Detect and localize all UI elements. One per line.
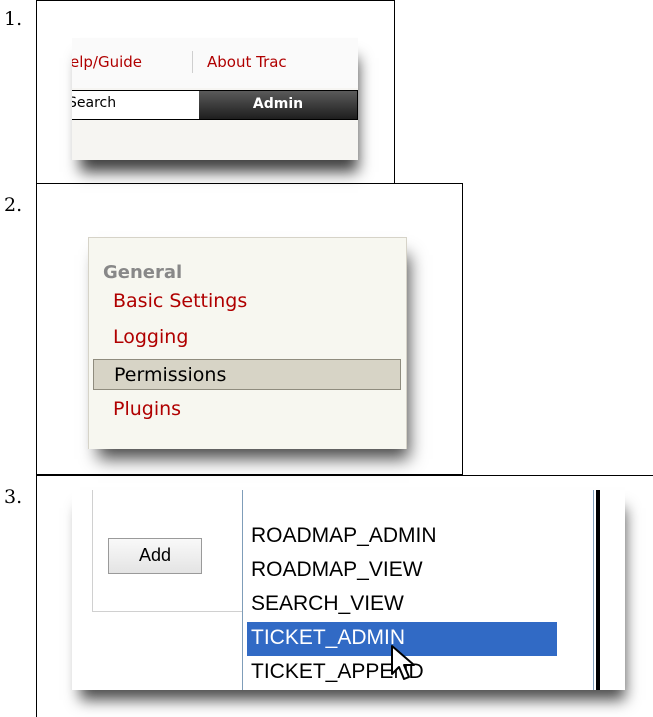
step-number-3: 3. bbox=[4, 486, 23, 508]
sidebar-item-plugins[interactable]: Plugins bbox=[113, 398, 181, 420]
tab-search-label: Search bbox=[72, 95, 117, 111]
permission-select-crop: Add ROADMAP_ADMIN ROADMAP_VIEW SEARCH_VI… bbox=[72, 490, 625, 690]
permission-option-search-view[interactable]: SEARCH_VIEW bbox=[247, 588, 557, 622]
tab-search[interactable]: Search bbox=[72, 91, 199, 119]
sidebar-item-logging[interactable]: Logging bbox=[113, 326, 188, 348]
sidebar-item-permissions[interactable]: Permissions bbox=[93, 359, 401, 390]
list-scrollbar-edge[interactable] bbox=[596, 490, 600, 690]
about-trac-link[interactable]: About Trac bbox=[207, 53, 287, 71]
mouse-pointer-icon bbox=[391, 645, 415, 680]
add-button[interactable]: Add bbox=[108, 538, 202, 574]
nav-separator bbox=[192, 51, 193, 73]
help-guide-link[interactable]: elp/Guide bbox=[72, 53, 142, 71]
permission-option-roadmap-admin[interactable]: ROADMAP_ADMIN bbox=[247, 520, 557, 554]
step-number-2: 2. bbox=[4, 194, 23, 216]
sidebar-item-basic-settings[interactable]: Basic Settings bbox=[113, 290, 247, 312]
main-nav-tabs: Search Admin bbox=[72, 90, 358, 120]
meta-nav: elp/Guide About Trac bbox=[72, 38, 358, 88]
sidebar-section-general: General bbox=[103, 262, 183, 283]
trac-navigation-crop: elp/Guide About Trac Search Admin bbox=[72, 38, 358, 160]
permission-option-roadmap-view[interactable]: ROADMAP_VIEW bbox=[247, 554, 557, 588]
step-number-1: 1. bbox=[4, 8, 23, 30]
admin-sidebar-crop: General Basic Settings Logging Permissio… bbox=[88, 237, 407, 449]
tab-admin[interactable]: Admin bbox=[199, 91, 357, 119]
tab-admin-label: Admin bbox=[252, 96, 304, 112]
